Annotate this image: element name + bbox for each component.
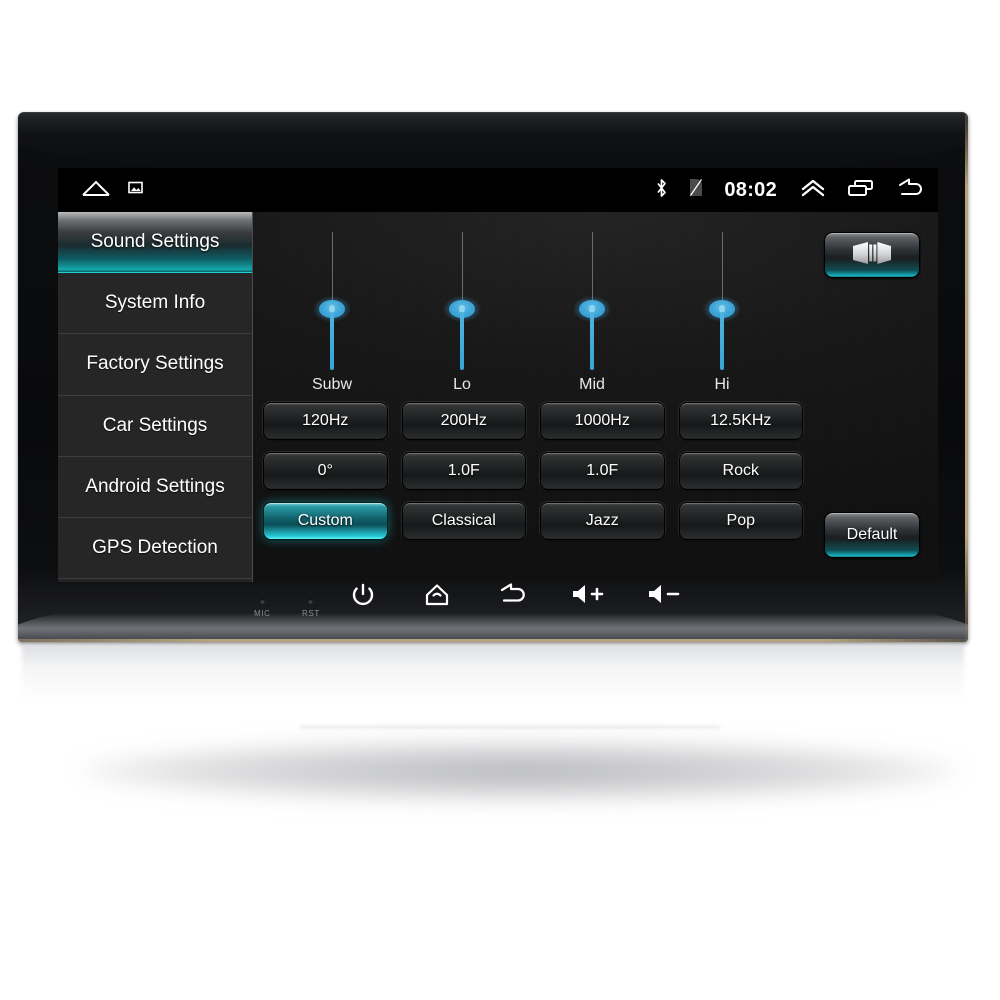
bezel-top-highlight xyxy=(18,112,968,168)
screenshot-icon[interactable] xyxy=(128,181,143,199)
slider-track-filled xyxy=(590,312,594,370)
button-crossover-120hz[interactable]: 120Hz xyxy=(263,402,388,440)
device-reflection xyxy=(22,645,964,703)
floor-shadow xyxy=(80,740,960,802)
default-button[interactable]: Default xyxy=(824,512,920,558)
button-preset-classical[interactable]: Classical xyxy=(401,502,526,540)
volume-up-key[interactable] xyxy=(570,582,606,606)
button-preset-custom[interactable]: Custom xyxy=(263,502,388,540)
bezel-right-edge xyxy=(965,112,968,642)
sidebar-item-sound-settings[interactable]: Sound Settings xyxy=(58,212,252,274)
slider-track-upper xyxy=(721,232,723,306)
slider-track-upper xyxy=(331,232,333,306)
car-stereo-device: 08:02 Sound Settings System Info Factory… xyxy=(18,112,968,642)
button-crossover-200hz[interactable]: 200Hz xyxy=(401,402,526,440)
home-key[interactable] xyxy=(423,582,451,608)
button-crossover-12-5khz[interactable]: 12.5KHz xyxy=(678,402,803,440)
floor-highlight-line xyxy=(300,726,720,728)
sidebar-item-label: Sound Settings xyxy=(90,231,220,253)
bluetooth-icon xyxy=(655,178,668,203)
sound-settings-panel: Subw Lo Mid Hi 120Hz 200Hz 1000Hz 12.5KH… xyxy=(253,212,938,582)
slider-label: Mid xyxy=(579,376,605,393)
reset-hole[interactable]: RST xyxy=(302,598,320,618)
sidebar-item-system-info[interactable]: System Info xyxy=(58,273,252,335)
touchscreen-display[interactable]: 08:02 Sound Settings System Info Factory… xyxy=(58,168,938,582)
slider-low[interactable]: Lo xyxy=(397,224,527,394)
button-preset-pop[interactable]: Pop xyxy=(678,502,803,540)
no-sim-icon xyxy=(689,178,703,202)
speaker-balance-icon xyxy=(849,241,895,269)
mic-hole-dot xyxy=(259,598,265,604)
android-status-bar: 08:02 xyxy=(58,168,938,212)
slider-track-upper xyxy=(591,232,593,306)
sidebar-item-label: Android Settings xyxy=(85,475,225,497)
reset-hole-dot xyxy=(308,598,314,604)
sidebar-item-label: GPS Detection xyxy=(92,537,218,559)
status-bar-clock: 08:02 xyxy=(724,178,777,201)
sidebar-item-label: Factory Settings xyxy=(86,353,224,375)
volume-up-icon xyxy=(573,585,604,603)
default-button-label: Default xyxy=(846,526,898,543)
bezel-bottom-edge xyxy=(18,639,968,642)
chevron-up-icon[interactable] xyxy=(800,178,826,203)
home-icon xyxy=(425,584,449,606)
mic-hole: MIC xyxy=(254,598,271,618)
settings-sidebar: Sound Settings System Info Factory Setti… xyxy=(58,212,253,582)
equalizer-slider-group: Subw Lo Mid Hi xyxy=(267,224,787,394)
sidebar-item-gps-detection[interactable]: GPS Detection xyxy=(58,517,252,580)
screenshot-canvas: 08:02 Sound Settings System Info Factory… xyxy=(0,0,1000,1000)
back-arrow-icon xyxy=(500,583,525,602)
slider-subwoofer[interactable]: Subw xyxy=(267,224,397,394)
sidebar-item-label: Car Settings xyxy=(102,414,208,436)
hardware-key-row: MIC RST xyxy=(58,583,938,630)
balance-fade-button[interactable] xyxy=(824,232,920,278)
eq-button-grid: 120Hz 200Hz 1000Hz 12.5KHz 0° 1.0F 1.0F … xyxy=(263,402,803,540)
slider-label: Subw xyxy=(311,376,353,393)
button-phase-0deg[interactable]: 0° xyxy=(263,452,388,490)
slider-track-filled xyxy=(330,312,334,370)
slider-high[interactable]: Hi xyxy=(657,224,787,394)
home-outline-icon[interactable] xyxy=(81,179,111,202)
button-preset-jazz[interactable]: Jazz xyxy=(540,502,665,540)
slider-track-upper xyxy=(461,232,463,306)
volume-down-key[interactable] xyxy=(646,582,682,606)
volume-down-icon xyxy=(649,585,680,603)
sidebar-item-android-settings[interactable]: Android Settings xyxy=(58,456,252,518)
recent-apps-icon[interactable] xyxy=(847,178,875,203)
sidebar-item-factory-settings[interactable]: Factory Settings xyxy=(58,334,252,396)
sidebar-item-car-settings[interactable]: Car Settings xyxy=(58,395,252,457)
status-bar-right-icons: 08:02 xyxy=(655,168,924,212)
back-key[interactable] xyxy=(498,582,528,606)
button-preset-rock[interactable]: Rock xyxy=(678,452,803,490)
mic-label: MIC xyxy=(254,608,271,618)
power-icon xyxy=(352,583,374,606)
slider-label: Lo xyxy=(453,376,471,393)
reset-label: RST xyxy=(302,608,320,618)
button-q-factor-low[interactable]: 1.0F xyxy=(401,452,526,490)
button-q-factor-mid[interactable]: 1.0F xyxy=(540,452,665,490)
app-body: Sound Settings System Info Factory Setti… xyxy=(58,212,938,582)
slider-label: Hi xyxy=(714,376,730,393)
power-key[interactable] xyxy=(350,582,376,608)
back-icon[interactable] xyxy=(896,178,924,203)
sidebar-item-label: System Info xyxy=(104,292,206,314)
slider-track-filled xyxy=(720,312,724,370)
status-bar-left-icons xyxy=(58,179,143,202)
slider-track-filled xyxy=(460,312,464,370)
slider-mid[interactable]: Mid xyxy=(527,224,657,394)
button-crossover-1000hz[interactable]: 1000Hz xyxy=(540,402,665,440)
